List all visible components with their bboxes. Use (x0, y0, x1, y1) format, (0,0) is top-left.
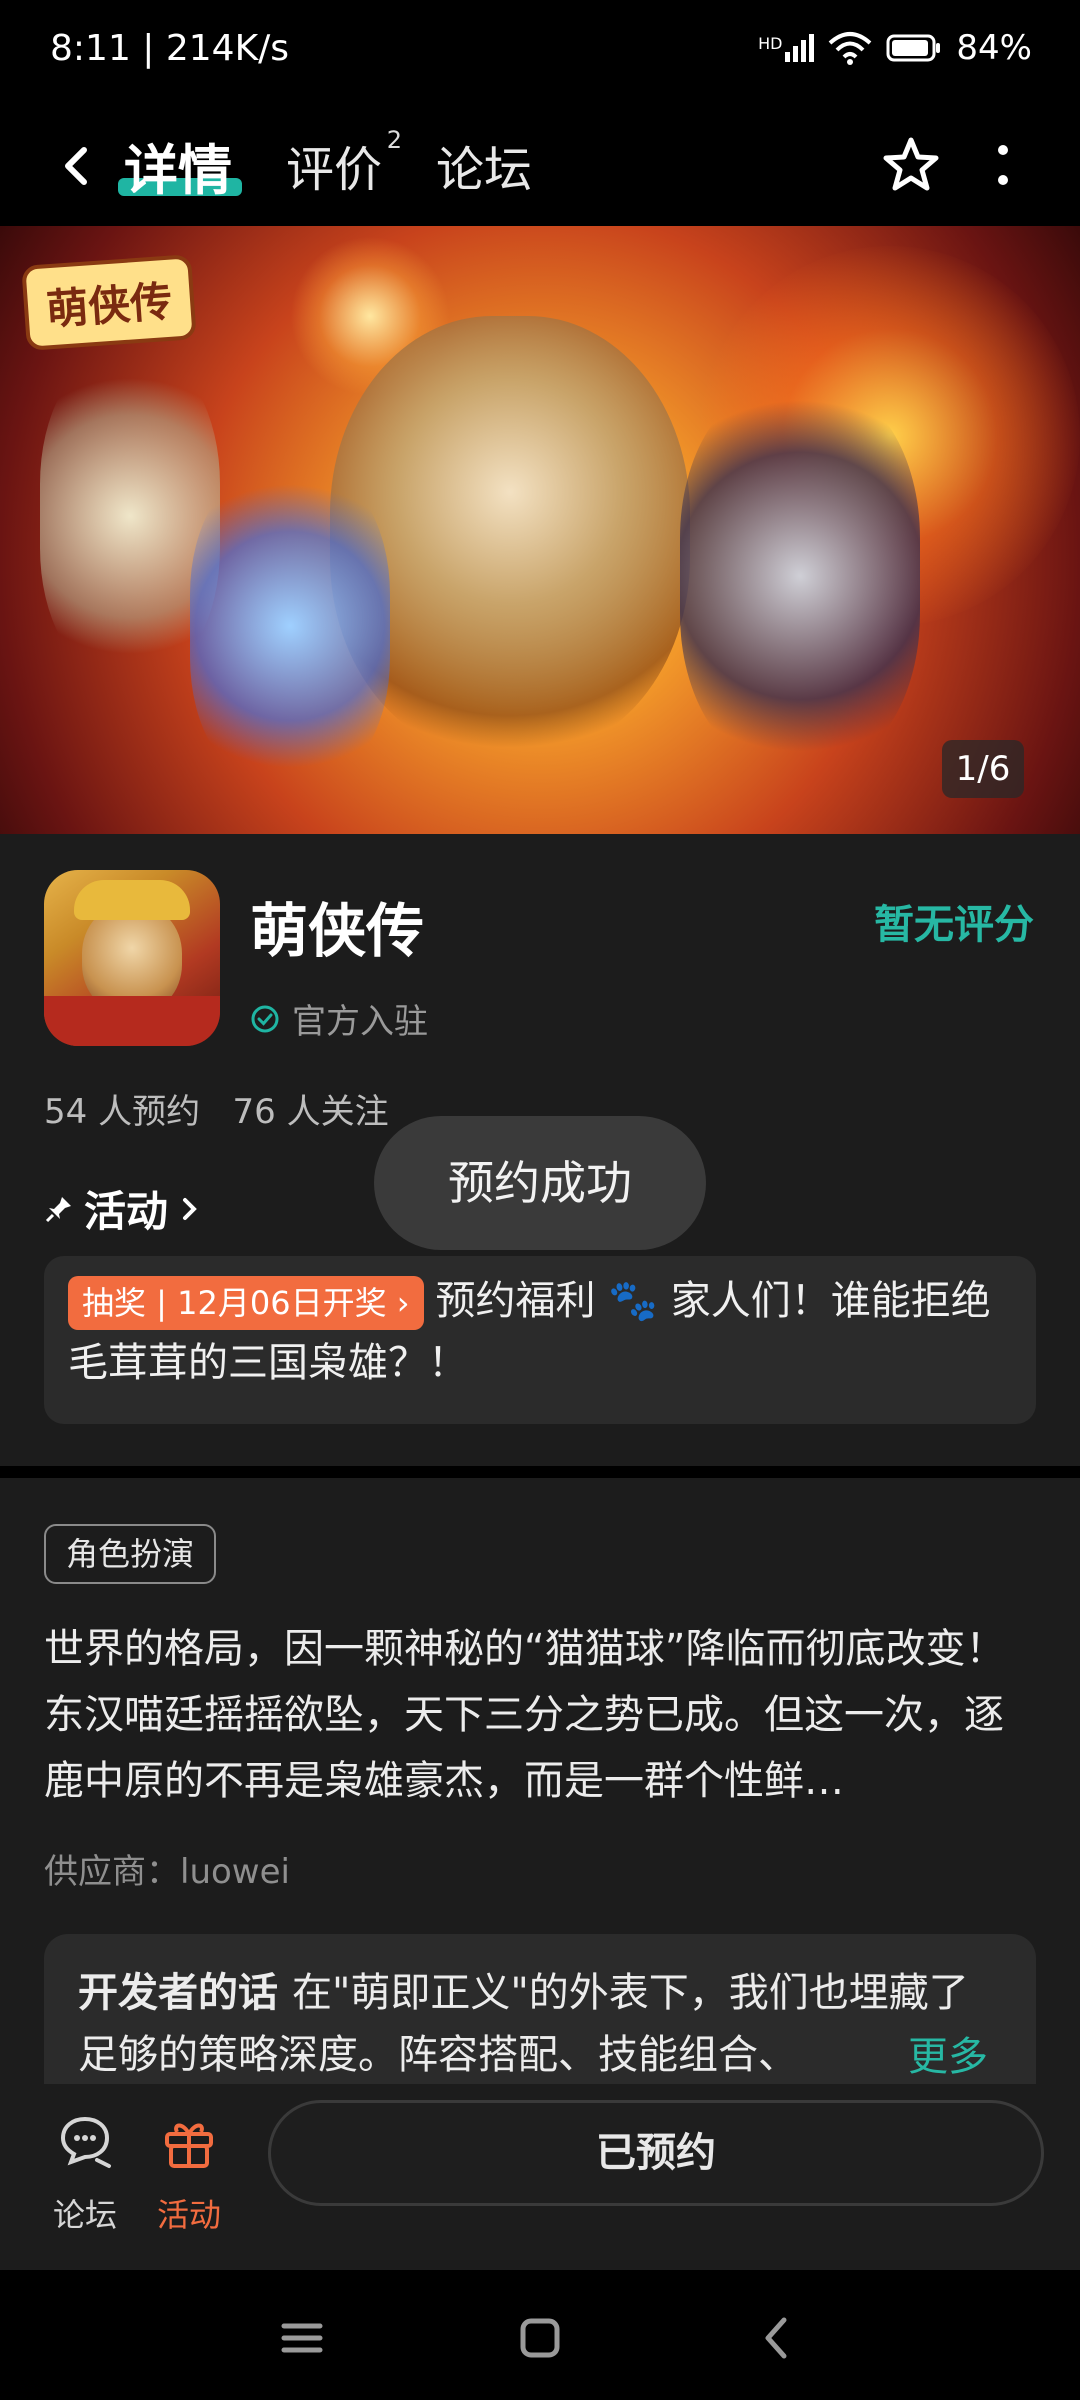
star-favorite-icon[interactable] (878, 132, 944, 198)
battery-icon (886, 34, 941, 62)
developer-notes-label: 开发者的话 (78, 1970, 278, 2016)
game-logo: 萌侠传 (21, 254, 197, 351)
wifi-icon (829, 32, 872, 65)
reservation-success-toast: 预约成功 (374, 1116, 706, 1250)
reservation-follow-stats: 54 人预约 76 人关注 (44, 1092, 389, 1132)
lottery-badge[interactable]: 抽奖 | 12月06日开奖 › (68, 1276, 424, 1330)
tab-forum[interactable]: 论坛 (436, 130, 532, 200)
reserved-button[interactable]: 已预约 (268, 2100, 1044, 2206)
supplier-info: 供应商：luowei (44, 1852, 290, 1892)
gift-icon (165, 2123, 213, 2168)
activity-prefix: 预约福利 (435, 1278, 596, 1324)
game-description[interactable]: 世界的格局，因一颗神秘的“猫猫球”降临而彻底改变！东汉喵廷摇摇欲坠，天下三分之势… (44, 1616, 1040, 1814)
back-icon[interactable] (748, 2308, 808, 2368)
activity-button[interactable]: 活动 (134, 2110, 244, 2236)
activity-text: 抽奖 | 12月06日开奖 › 预约福利 🐾 家人们！谁能拒绝毛茸茸的三国枭雄？… (68, 1270, 1018, 1394)
status-time-speed: 8:11 | 214K/s (50, 28, 290, 69)
forum-label: 论坛 (52, 2196, 117, 2234)
more-link[interactable]: 更多 (888, 2024, 988, 2082)
detail-content: 萌侠传 官方入驻 暂无评分 54 人预约 76 人关注 活动 预约成功 抽奖 |… (0, 834, 1080, 2084)
forum-button[interactable]: 论坛 (30, 2110, 140, 2236)
developer-notes: 开发者的话 在"萌即正义"的外表下，我们也埋藏了足够的策略深度。阵容搭配、技能组合… (78, 1962, 1008, 2084)
rating-text[interactable]: 暂无评分 (874, 892, 1034, 950)
hd-signal-icon: HD (758, 34, 815, 62)
banner-page-counter: 1/6 (942, 740, 1024, 798)
pin-icon (45, 1196, 71, 1222)
game-icon (44, 870, 220, 1046)
menu-icon[interactable] (272, 2308, 332, 2368)
game-banner-image[interactable]: 萌侠传 1/6 (0, 226, 1080, 834)
tab-reviews[interactable]: 评价 2 (286, 126, 402, 200)
official-label: 官方入驻 (292, 1002, 428, 1042)
section-divider (0, 1466, 1080, 1478)
activity-title: 活动 (84, 1187, 169, 1236)
back-arrow-icon[interactable] (48, 136, 108, 196)
banner-character-blue (190, 466, 390, 786)
more-vertical-icon[interactable] (970, 132, 1036, 198)
activity-card[interactable]: 抽奖 | 12月06日开奖 › 预约福利 🐾 家人们！谁能拒绝毛茸茸的三国枭雄？… (44, 1256, 1036, 1424)
official-badge: 官方入驻 (250, 994, 428, 1043)
system-navigation-bar (0, 2270, 1080, 2400)
banner-character-right (680, 386, 920, 766)
forum-chat-icon (60, 2116, 111, 2168)
status-bar: 8:11 | 214K/s HD 84% (0, 0, 1080, 110)
home-icon[interactable] (510, 2308, 570, 2368)
check-circle-icon (251, 1005, 279, 1032)
tab-details[interactable]: 详情 (124, 126, 232, 205)
game-title: 萌侠传 (250, 897, 425, 965)
chevron-right-icon (183, 1197, 197, 1220)
status-icons: HD 84% (758, 28, 1032, 68)
developer-notes-card[interactable]: 开发者的话 在"萌即正义"的外表下，我们也埋藏了足够的策略深度。阵容搭配、技能组合… (44, 1934, 1036, 2084)
genre-tag[interactable]: 角色扮演 (44, 1524, 217, 1584)
reviews-count: 2 (386, 126, 403, 154)
battery-percent: 84% (956, 28, 1032, 68)
activity-section-header[interactable]: 活动 (44, 1178, 202, 1239)
top-navigation: 详情 评价 2 论坛 (0, 110, 1080, 226)
activity-label: 活动 (156, 2196, 221, 2234)
paw-icon: 🐾 (608, 1278, 659, 1324)
bottom-action-bar: 论坛 活动 已预约 (0, 2084, 1080, 2270)
